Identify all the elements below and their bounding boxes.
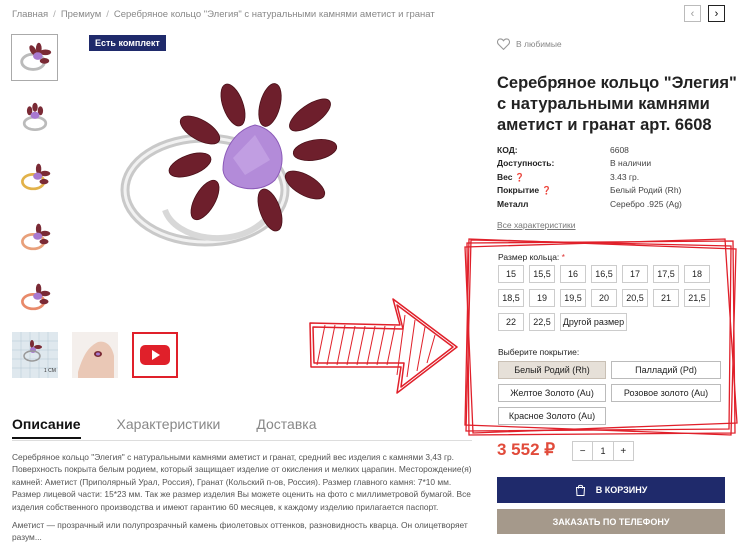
thumbnail-video[interactable] xyxy=(131,331,178,378)
youtube-icon xyxy=(131,331,178,378)
help-icon[interactable]: ❓ xyxy=(515,173,525,182)
thumbnail-scale-photo[interactable]: 1 СМ xyxy=(11,331,58,378)
chevron-right-icon: › xyxy=(714,7,719,20)
size-option[interactable]: 20 xyxy=(591,289,617,307)
tab-description[interactable]: Описание xyxy=(12,416,81,439)
coating-label: Выберите покрытие: xyxy=(498,347,580,357)
description-text-2: Аметист — прозрачный или полупрозрачный … xyxy=(12,520,468,543)
quantity-input[interactable]: 1 xyxy=(592,442,614,460)
size-option[interactable]: 21 xyxy=(653,289,679,307)
coating-option[interactable]: Палладий (Pd) xyxy=(611,361,721,379)
ring-thumbnail-icon xyxy=(22,102,47,131)
size-option[interactable]: 16,5 xyxy=(591,265,617,283)
ring-thumbnail-icon xyxy=(20,163,50,190)
breadcrumb-category[interactable]: Премиум xyxy=(61,9,101,20)
spec-row-code: КОД: 6608 xyxy=(497,145,629,155)
other-size-option[interactable]: Другой размер xyxy=(560,313,627,331)
thumbnail-2[interactable] xyxy=(11,94,58,141)
quantity-decrease-button[interactable]: − xyxy=(573,442,592,460)
size-option[interactable]: 22 xyxy=(498,313,524,331)
hand-thumbnail-icon xyxy=(71,331,118,378)
thumbnail-5[interactable] xyxy=(11,274,58,321)
size-option[interactable]: 16 xyxy=(560,265,586,283)
thumbnail-3[interactable] xyxy=(11,154,58,201)
product-description: Серебряное кольцо "Элегия" с натуральным… xyxy=(12,451,472,544)
quantity-stepper: − 1 + xyxy=(572,441,634,461)
add-to-cart-label: В КОРЗИНУ xyxy=(595,485,648,495)
size-option[interactable]: 15 xyxy=(498,265,524,283)
all-specs-link[interactable]: Все характеристики xyxy=(497,220,576,230)
quantity-increase-button[interactable]: + xyxy=(614,442,633,460)
add-to-favorites[interactable]: В любимые xyxy=(497,38,562,50)
product-tabs: Описание Характеристики Доставка xyxy=(12,416,352,439)
prev-product-button[interactable]: ‹ xyxy=(684,5,701,22)
size-option[interactable]: 17,5 xyxy=(653,265,679,283)
coating-option-selected[interactable]: Белый Родий (Rh) xyxy=(498,361,606,379)
ring-thumbnail-icon xyxy=(20,283,50,310)
size-option[interactable]: 20,5 xyxy=(622,289,648,307)
size-label: Размер кольца: * xyxy=(498,252,565,262)
thumbnail-1[interactable] xyxy=(11,34,58,81)
size-option[interactable]: 19 xyxy=(529,289,555,307)
coating-option[interactable]: Розовое золото (Au) xyxy=(611,384,721,402)
breadcrumb: Главная / Премиум / Серебряное кольцо "Элеги… xyxy=(12,9,435,20)
description-text: Серебряное кольцо "Элегия" с натуральным… xyxy=(12,452,472,512)
spec-row-metal: Металл Серебро .925 (Ag) xyxy=(497,198,682,209)
chevron-left-icon: ‹ xyxy=(690,7,695,20)
coating-option[interactable]: Красное Золото (Au) xyxy=(498,407,606,425)
coating-option[interactable]: Желтое Золото (Au) xyxy=(498,384,606,402)
add-to-cart-button[interactable]: В КОРЗИНУ xyxy=(497,477,725,503)
thumbnail-4[interactable] xyxy=(11,214,58,261)
size-option[interactable]: 18,5 xyxy=(498,289,524,307)
ring-thumbnail-icon xyxy=(19,42,51,71)
size-option[interactable]: 21,5 xyxy=(684,289,710,307)
tab-characteristics[interactable]: Характеристики xyxy=(117,416,221,439)
product-price: 3 552 ₽ xyxy=(497,440,556,459)
tab-delivery[interactable]: Доставка xyxy=(256,416,316,439)
main-product-image[interactable] xyxy=(105,70,355,270)
spec-row-weight: Вес ❓ 3.43 гр. xyxy=(497,171,640,182)
tabs-divider xyxy=(12,440,472,441)
spec-row-availability: Доступность: В наличии xyxy=(497,158,652,169)
next-product-button[interactable]: › xyxy=(708,5,725,22)
set-available-badge: Есть комплект xyxy=(89,35,166,51)
product-title: Серебряное кольцо "Элегия" с натуральным… xyxy=(497,74,737,134)
order-by-phone-button[interactable]: ЗАКАЗАТЬ ПО ТЕЛЕФОНУ xyxy=(497,509,725,534)
heart-icon xyxy=(497,38,510,50)
size-option[interactable]: 19,5 xyxy=(560,289,586,307)
breadcrumb-current: Серебряное кольцо "Элегия" с натуральным… xyxy=(113,9,435,20)
shopping-bag-icon xyxy=(575,484,585,496)
ring-thumbnail-icon xyxy=(20,223,50,250)
scale-label: 1 СМ xyxy=(44,368,56,374)
breadcrumb-home[interactable]: Главная xyxy=(12,9,48,20)
specs-table: КОД: 6608 Доступность: В наличии Вес ❓ 3.43… xyxy=(497,145,682,212)
size-option[interactable]: 15,5 xyxy=(529,265,555,283)
size-option[interactable]: 22,5 xyxy=(529,313,555,331)
annotation-arrow xyxy=(309,298,458,394)
help-icon[interactable]: ❓ xyxy=(542,186,552,195)
thumbnail-hand-photo[interactable] xyxy=(71,331,118,378)
favorites-label: В любимые xyxy=(516,39,562,49)
size-option[interactable]: 18 xyxy=(684,265,710,283)
size-option[interactable]: 17 xyxy=(622,265,648,283)
spec-row-coating: Покрытие ❓ Белый Родий (Rh) xyxy=(497,185,682,196)
